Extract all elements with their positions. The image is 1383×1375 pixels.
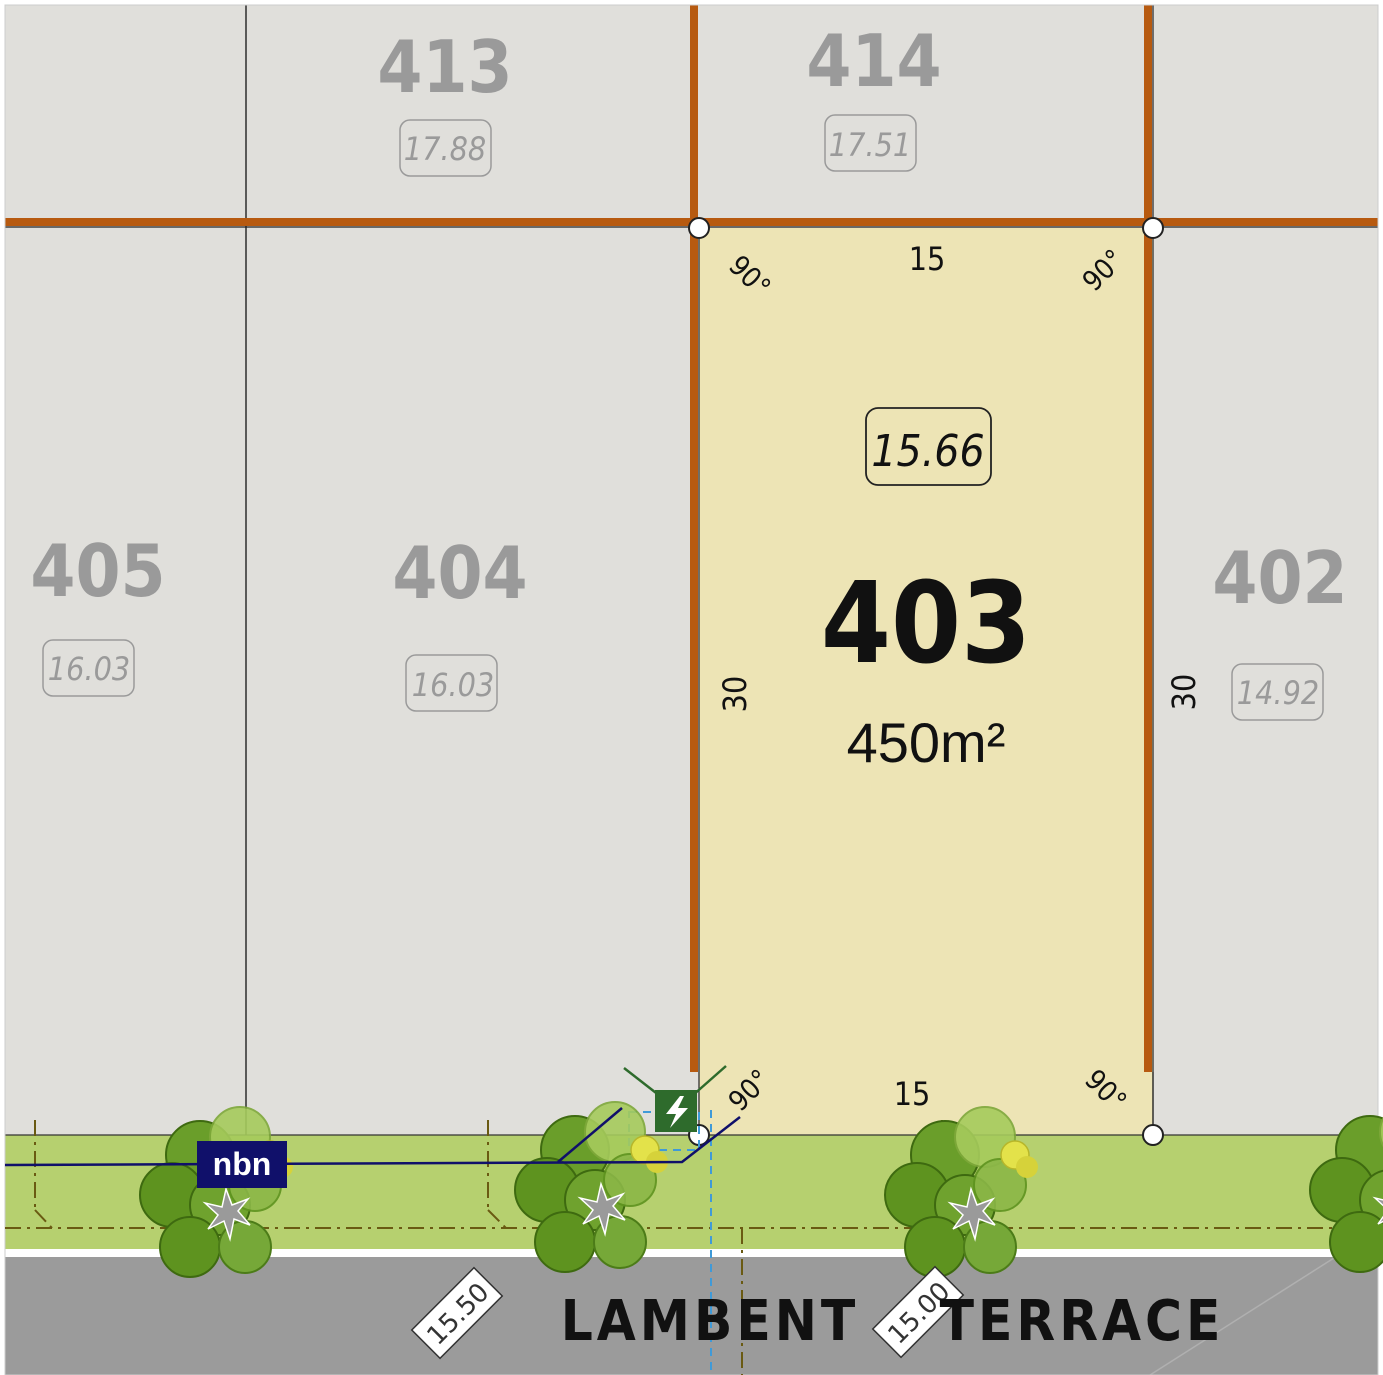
lot-402-elevation: 14.92 — [1237, 674, 1319, 712]
lot-403-depth-left: 30 — [716, 676, 754, 713]
lot-404-number: 404 — [392, 531, 527, 615]
survey-peg-icon — [688, 217, 710, 239]
lot-plan-map: 413 17.88 414 17.51 405 16.03 404 16.03 … — [4, 4, 1383, 1375]
street-name-part2: TERRACE — [940, 1289, 1225, 1354]
lot-405-elevation: 16.03 — [48, 650, 130, 688]
lot-403-number[interactable]: 403 — [821, 559, 1031, 689]
lot-403-elevation: 15.66 — [871, 426, 984, 477]
lot-403-width-bottom: 15 — [894, 1075, 931, 1113]
survey-peg-icon — [1142, 217, 1164, 239]
lot-405-number: 405 — [30, 529, 165, 613]
lot-403-depth-right: 30 — [1165, 674, 1203, 711]
lot-403-width-top: 15 — [909, 240, 946, 278]
lot-403-area: 450m² — [847, 711, 1006, 774]
lot-402-number: 402 — [1212, 536, 1347, 620]
nbn-label: nbn — [213, 1146, 272, 1182]
street-name-part1: LAMBENT — [561, 1289, 860, 1354]
lot-404-elevation: 16.03 — [412, 666, 494, 704]
lot-414-elevation: 17.51 — [829, 126, 911, 164]
lightning-bolt-icon — [655, 1090, 697, 1132]
lot-414-number: 414 — [806, 19, 941, 103]
survey-peg-icon — [1142, 1124, 1164, 1146]
lot-413-elevation: 17.88 — [404, 130, 486, 168]
lot-413-number: 413 — [377, 25, 512, 109]
